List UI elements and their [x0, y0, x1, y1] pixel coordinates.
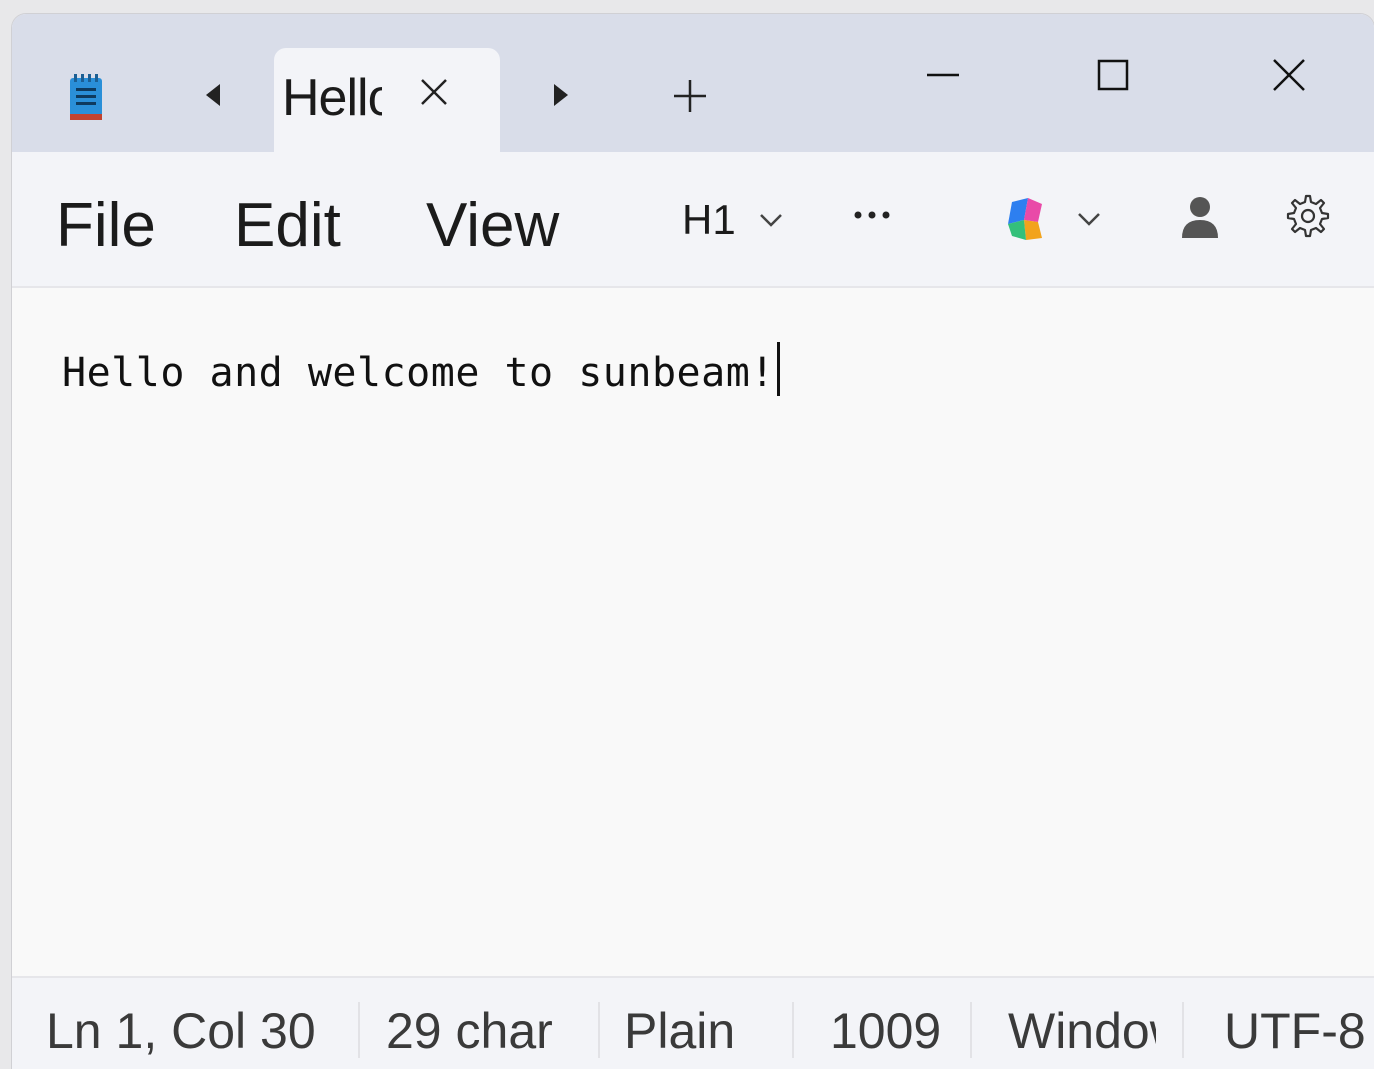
caret-right-icon	[554, 84, 568, 106]
cursor-position: Ln 1, Col 30	[46, 1003, 316, 1059]
maximize-icon	[1097, 59, 1129, 91]
editor-content: Hello and welcome to sunbeam!	[62, 342, 780, 396]
character-count: 29 char	[386, 1003, 553, 1059]
menu-file[interactable]: File	[56, 190, 156, 261]
minimize-button[interactable]	[918, 50, 968, 100]
encoding[interactable]: UTF-8	[1224, 1002, 1366, 1060]
chevron-down-icon	[759, 214, 782, 227]
minimize-icon	[927, 73, 959, 77]
line-ending[interactable]: Windows	[1008, 1002, 1156, 1060]
status-bar: Ln 1, Col 30 29 char Plain 1009 Windows …	[12, 976, 1374, 1069]
status-divider	[970, 1002, 972, 1058]
close-icon	[1273, 59, 1305, 91]
tab-hello[interactable]: Hello	[274, 48, 500, 158]
text-format[interactable]: Plain	[624, 1002, 735, 1060]
copilot-button[interactable]	[998, 192, 1102, 246]
menu-edit[interactable]: Edit	[234, 190, 341, 261]
account-icon[interactable]	[1178, 194, 1222, 240]
editor-text: Hello and welcome to sunbeam!	[62, 350, 775, 396]
chevron-down-icon	[1078, 213, 1100, 226]
status-divider	[792, 1002, 794, 1058]
tab-title: Hello	[282, 69, 382, 127]
close-tab-icon[interactable]	[416, 74, 452, 110]
text-editor[interactable]: Hello and welcome to sunbeam!	[12, 288, 1374, 976]
heading-dropdown[interactable]: H1	[682, 196, 784, 244]
status-divider	[598, 1002, 600, 1058]
status-divider	[358, 1002, 360, 1058]
title-bar[interactable]: Hello	[12, 14, 1374, 158]
scroll-tabs-right-button[interactable]	[546, 80, 576, 110]
maximize-button[interactable]	[1088, 50, 1138, 100]
copilot-icon	[1008, 198, 1042, 240]
gear-icon[interactable]	[1282, 192, 1330, 240]
zoom-level[interactable]: 1009	[830, 1002, 941, 1060]
new-tab-icon[interactable]	[670, 76, 710, 116]
scroll-tabs-left-button[interactable]	[198, 80, 228, 110]
heading-label: H1	[682, 196, 736, 243]
caret-left-icon	[206, 84, 220, 106]
notepad-icon	[70, 74, 102, 120]
menu-bar: File Edit View H1	[12, 152, 1374, 288]
text-caret	[776, 342, 780, 396]
notepad-window: Hello	[12, 14, 1374, 1069]
status-divider	[1182, 1002, 1184, 1058]
close-window-button[interactable]	[1264, 50, 1314, 100]
more-options-icon[interactable]	[850, 200, 894, 230]
menu-view[interactable]: View	[426, 190, 559, 261]
